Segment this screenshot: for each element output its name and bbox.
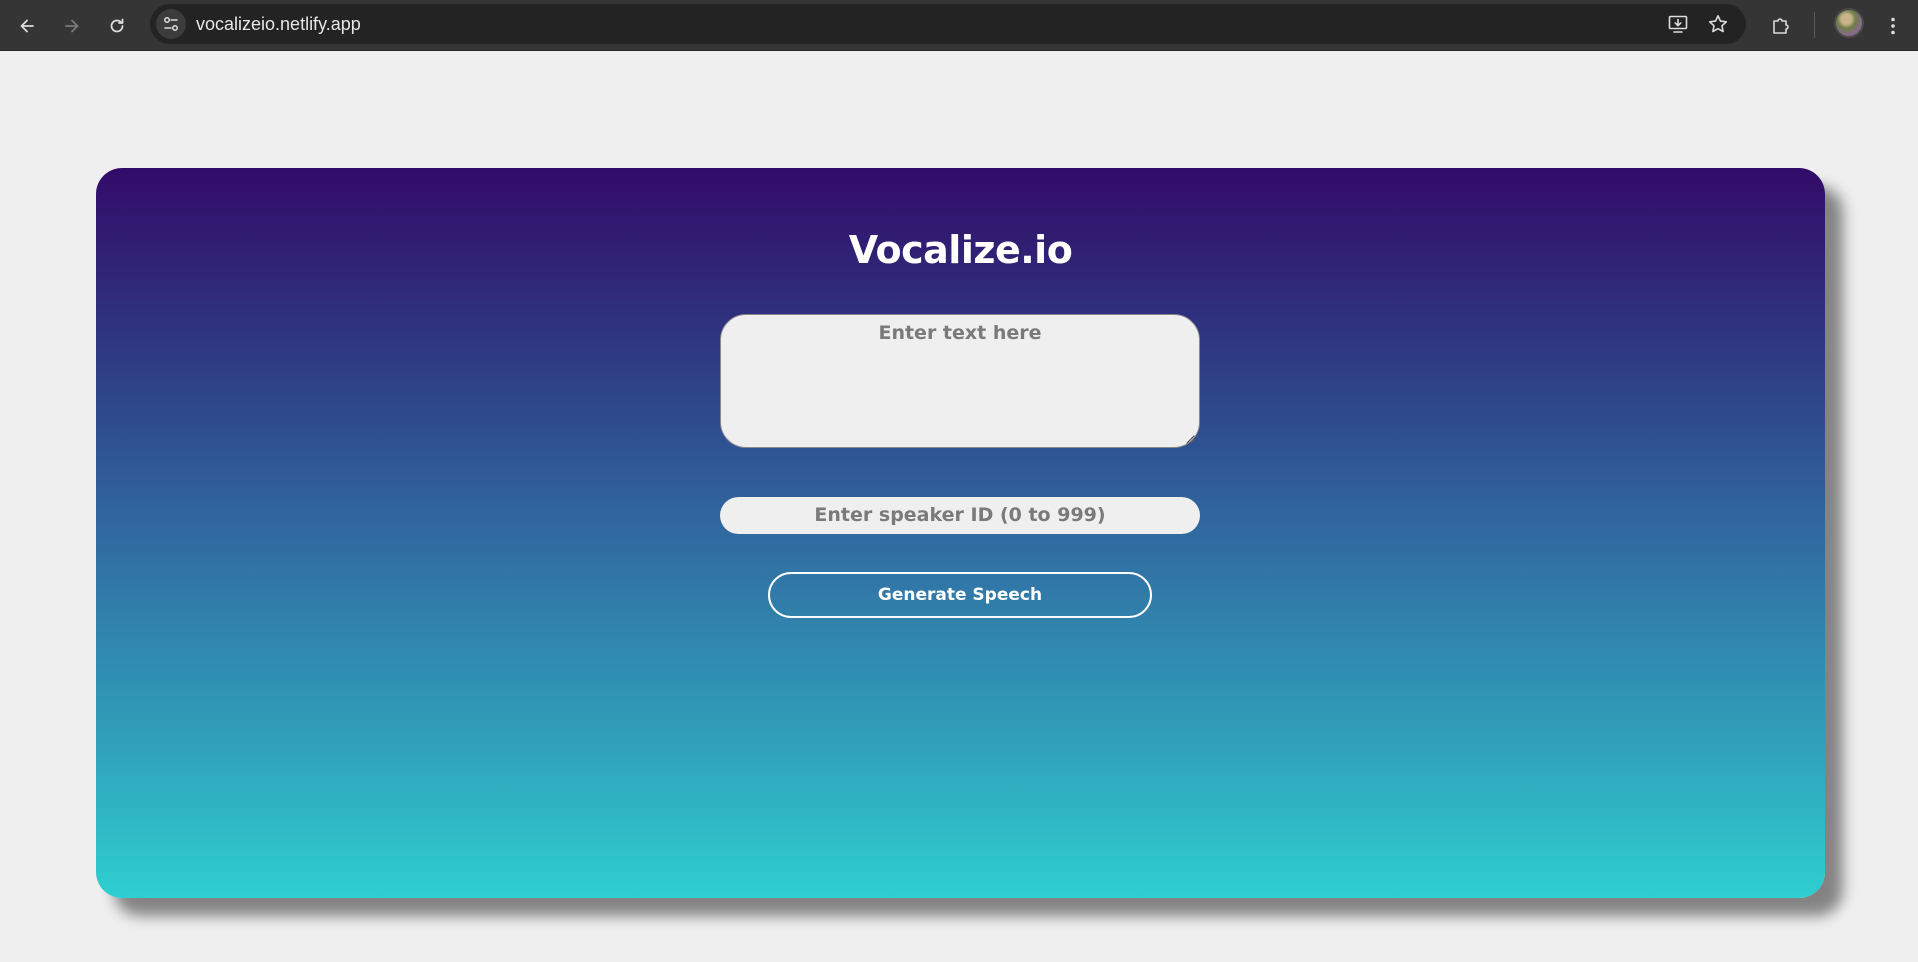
star-icon (1708, 15, 1728, 33)
url-text[interactable]: vocalizeio.netlify.app (196, 4, 361, 44)
speaker-id-placeholder: Enter speaker ID (0 to 999) (814, 504, 1106, 526)
address-bar[interactable]: vocalizeio.netlify.app (150, 4, 1746, 44)
reload-icon (110, 18, 124, 33)
app-card: Vocalize.io Enter text here Enter speake… (96, 168, 1825, 898)
site-info-button[interactable] (156, 9, 186, 39)
text-input-placeholder: Enter text here (878, 322, 1042, 344)
site-settings-icon (164, 17, 178, 31)
toolbar-divider (1814, 12, 1815, 38)
browser-toolbar: vocalizeio.netlify.app (0, 0, 1918, 51)
back-button[interactable] (9, 8, 45, 44)
page-title: Vocalize.io (848, 228, 1073, 272)
extensions-button[interactable] (1765, 10, 1797, 42)
reload-button[interactable] (99, 8, 135, 44)
bookmark-button[interactable] (1704, 10, 1732, 38)
puzzle-icon (1773, 18, 1789, 34)
generate-speech-button[interactable]: Generate Speech (768, 572, 1152, 618)
text-input[interactable]: Enter text here (720, 314, 1200, 448)
forward-arrow-icon (65, 19, 79, 33)
kebab-menu-icon (1891, 17, 1895, 35)
browser-menu-button[interactable] (1877, 10, 1909, 42)
resize-handle-icon[interactable] (1185, 434, 1195, 444)
profile-avatar[interactable] (1834, 8, 1864, 38)
install-app-button[interactable] (1664, 10, 1692, 38)
back-arrow-icon (20, 19, 34, 33)
forward-button[interactable] (54, 8, 90, 44)
speaker-id-input[interactable]: Enter speaker ID (0 to 999) (720, 497, 1200, 534)
install-app-icon (1668, 15, 1688, 33)
